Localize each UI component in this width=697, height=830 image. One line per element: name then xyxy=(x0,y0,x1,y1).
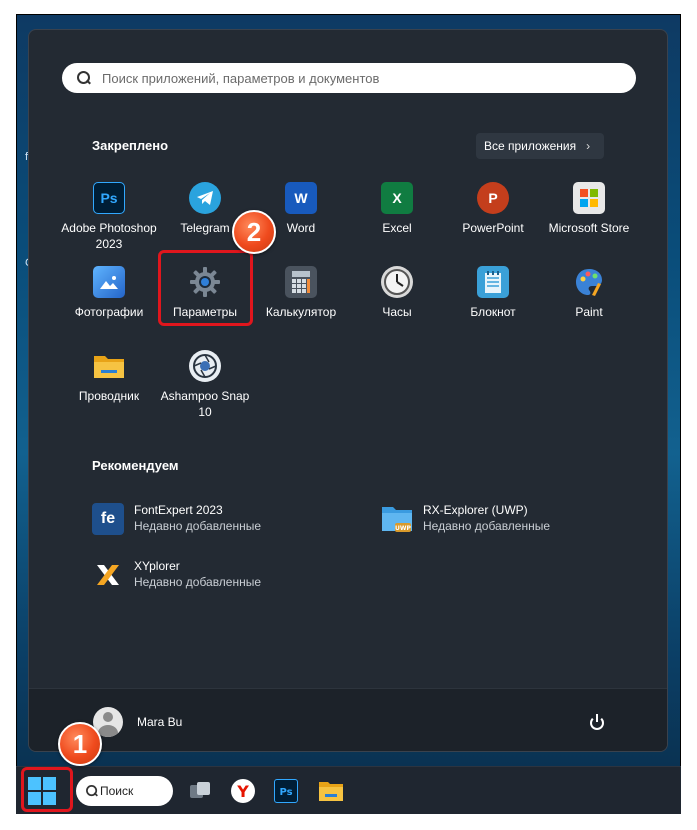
recommended-item-name: XYplorer xyxy=(134,559,180,573)
app-label: Блокнот xyxy=(470,305,516,319)
app-label: Ashampoo Snap 10 xyxy=(160,389,250,419)
ashampoo-snap-icon xyxy=(189,350,221,382)
app-label: Калькулятор xyxy=(265,305,337,319)
svg-text:Y: Y xyxy=(236,782,249,801)
yandex-browser-icon[interactable]: Y xyxy=(231,779,255,803)
taskbar: Поиск Y Ps xyxy=(16,766,681,814)
calculator-icon xyxy=(285,266,317,298)
search-placeholder: Поиск приложений, параметров и документо… xyxy=(102,70,380,86)
pinned-app-explorer[interactable]: Проводник xyxy=(61,350,157,404)
pinned-app-powerpoint[interactable]: P PowerPoint xyxy=(445,182,541,236)
photoshop-taskbar-icon[interactable]: Ps xyxy=(274,779,298,803)
recommended-item-sub: Недавно добавленные xyxy=(423,519,551,533)
user-name[interactable]: Mara Bu xyxy=(137,715,182,729)
pinned-app-microsoft-store[interactable]: Microsoft Store xyxy=(541,182,637,236)
pinned-app-ashampoo-snap[interactable]: Ashampoo Snap 10 xyxy=(157,350,253,420)
pinned-app-clock[interactable]: Часы xyxy=(349,266,445,320)
app-label: Microsoft Store xyxy=(548,221,630,235)
notepad-icon xyxy=(477,266,509,298)
powerpoint-icon: P xyxy=(477,182,509,214)
task-view-icon[interactable] xyxy=(188,779,212,803)
recommended-item-rx-explorer[interactable]: UWP RX-Explorer (UWP) Недавно добавленны… xyxy=(381,503,550,535)
photoshop-icon: Ps xyxy=(93,182,125,214)
taskbar-search-button[interactable]: Поиск xyxy=(76,776,173,806)
file-explorer-taskbar-icon[interactable] xyxy=(318,779,343,803)
store-icon xyxy=(573,182,605,214)
telegram-icon xyxy=(189,182,221,214)
photos-icon xyxy=(93,266,125,298)
paint-icon xyxy=(573,266,605,298)
app-label: Adobe Photoshop 2023 xyxy=(61,221,157,251)
recommended-item-sub: Недавно добавленные xyxy=(134,575,262,589)
word-icon: W xyxy=(285,182,317,214)
start-search-input[interactable]: Поиск приложений, параметров и документо… xyxy=(62,63,636,93)
search-icon xyxy=(76,70,92,86)
app-label: Проводник xyxy=(78,389,140,403)
app-label: Часы xyxy=(382,305,412,319)
app-label: Paint xyxy=(575,305,603,319)
recommended-item-name: FontExpert 2023 xyxy=(134,503,223,517)
svg-text:UWP: UWP xyxy=(395,525,411,532)
recommended-item-name: RX-Explorer (UWP) xyxy=(423,503,528,517)
pinned-app-photos[interactable]: Фотографии xyxy=(61,266,157,320)
clock-icon xyxy=(381,266,413,298)
recommended-item-fontexpert[interactable]: fe FontExpert 2023 Недавно добавленные xyxy=(92,503,261,535)
app-label: Excel xyxy=(382,221,412,235)
step-badge-2: 2 xyxy=(232,210,276,254)
svg-text:Ps: Ps xyxy=(279,787,292,798)
start-button-highlight-box xyxy=(21,767,73,812)
settings-highlight-box xyxy=(158,250,253,326)
pinned-app-excel[interactable]: X Excel xyxy=(349,182,445,236)
app-label: Фотографии xyxy=(74,305,144,319)
all-apps-button[interactable]: Все приложения › xyxy=(476,133,604,159)
pinned-app-paint[interactable]: Paint xyxy=(541,266,637,320)
all-apps-label: Все приложения xyxy=(484,139,577,153)
recommended-item-sub: Недавно добавленные xyxy=(134,519,262,533)
excel-icon: X xyxy=(381,182,413,214)
start-menu: Поиск приложений, параметров и документо… xyxy=(28,29,668,752)
fontexpert-icon: fe xyxy=(92,503,124,535)
power-icon[interactable] xyxy=(588,713,606,731)
step-badge-1: 1 xyxy=(58,722,102,766)
recommended-item-xyplorer[interactable]: XYplorer Недавно добавленные xyxy=(92,559,261,591)
pinned-app-calculator[interactable]: Калькулятор xyxy=(253,266,349,320)
recommended-title: Рекомендуем xyxy=(92,458,179,473)
start-menu-footer: Mara Bu xyxy=(29,688,667,751)
rx-explorer-icon: UWP xyxy=(381,503,413,535)
pinned-app-notepad[interactable]: Блокнот xyxy=(445,266,541,320)
search-icon xyxy=(85,784,99,798)
pinned-app-photoshop[interactable]: Ps Adobe Photoshop 2023 xyxy=(61,182,157,252)
xyplorer-icon xyxy=(92,559,124,591)
chevron-right-icon: › xyxy=(586,139,591,153)
pinned-title: Закреплено xyxy=(92,138,169,153)
taskbar-search-label: Поиск xyxy=(100,784,134,798)
app-label: PowerPoint xyxy=(462,221,524,235)
folder-icon xyxy=(93,350,125,382)
